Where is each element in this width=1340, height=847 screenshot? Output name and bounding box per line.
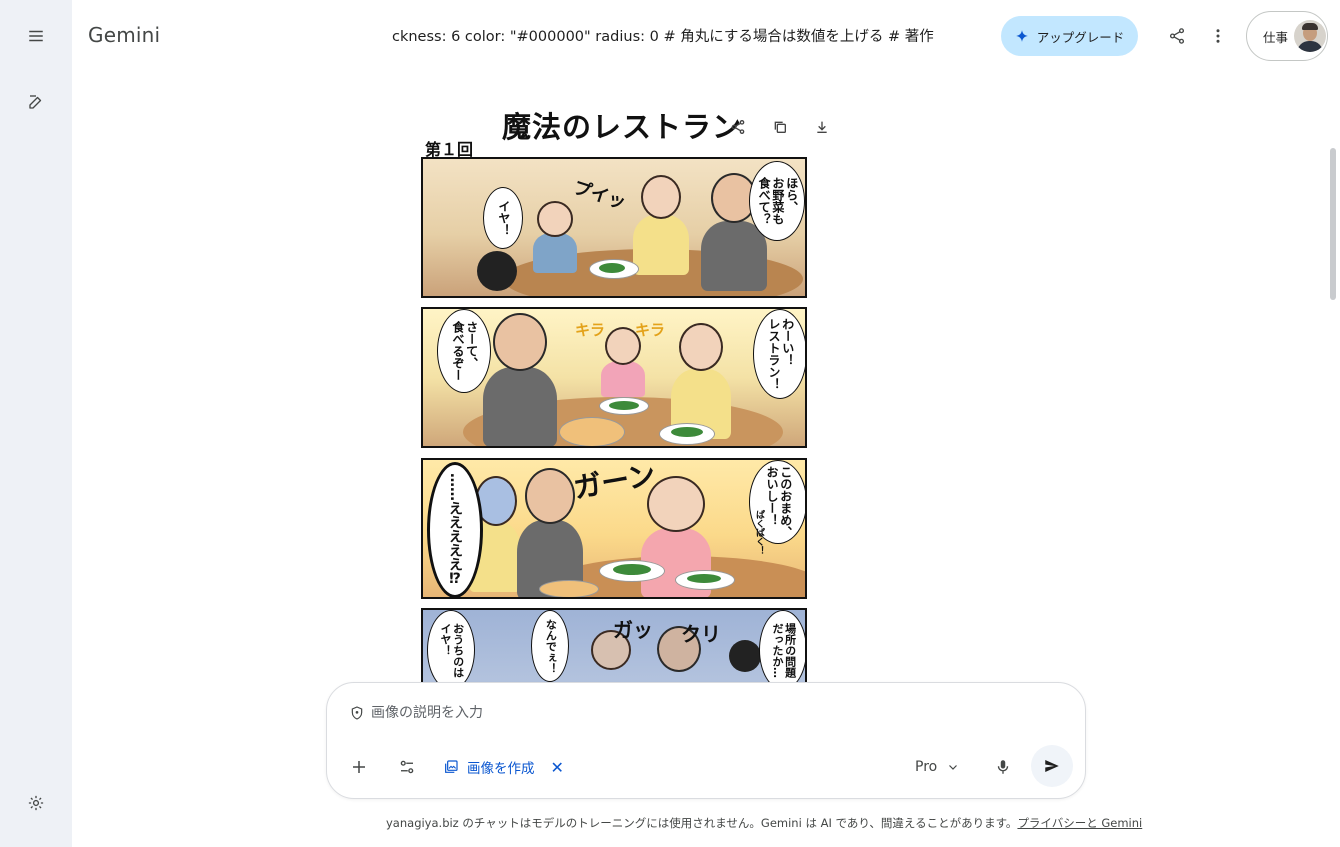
bubble-text: なんでぇ！ (544, 618, 558, 674)
bubble-text: おうちのは イヤ！ (439, 622, 465, 678)
avatar (1294, 20, 1327, 52)
image-share-button[interactable] (718, 114, 758, 140)
menu-button[interactable] (18, 18, 54, 54)
add-attachment-button[interactable] (341, 749, 377, 785)
bubble-text: さーて、 食べるぞー (451, 321, 479, 381)
scrollbar-thumb[interactable] (1330, 148, 1336, 300)
image-create-icon (445, 760, 458, 773)
microphone-button[interactable] (985, 749, 1021, 785)
create-image-label: 画像を作成 (467, 761, 535, 777)
send-button[interactable] (1031, 745, 1073, 787)
share-button[interactable] (1159, 18, 1195, 54)
sfx-text: キラ (575, 321, 606, 339)
prompt-box: 画像を作成 ✕ Pro (326, 682, 1086, 799)
generated-image[interactable]: 魔法のレストラン 第１回 ほら、 お野菜も 食べて？ イヤ！ プイッ さーて、 … (388, 100, 842, 682)
comic-title: 魔法のレストラン (502, 110, 743, 144)
image-download-button[interactable] (802, 114, 842, 140)
bubble-text: わーい！ レストラン！ (767, 318, 795, 390)
speech-bubble: イヤ！ (483, 187, 523, 249)
share-icon (731, 120, 745, 134)
speech-bubble: ほら、 お野菜も 食べて？ (749, 161, 805, 241)
tools-button[interactable] (389, 749, 425, 785)
bubble-text: ほら、 お野菜も 食べて？ (757, 177, 799, 225)
sfx-text: ガッ (613, 618, 653, 642)
upgrade-button[interactable]: アップグレード (1001, 16, 1138, 56)
left-rail (0, 0, 72, 847)
privacy-link[interactable]: プライバシーと Gemini (1017, 816, 1142, 830)
comic-panel-1: ほら、 お野菜も 食べて？ イヤ！ プイッ (421, 157, 807, 298)
speech-bubble: ……えええええ⁉ (427, 462, 483, 597)
sfx-text: キラ (635, 321, 666, 339)
upgrade-label: アップグレード (1036, 29, 1125, 45)
image-toolbar (718, 114, 842, 140)
microphone-icon (997, 760, 1009, 774)
sfx-text: クリ (681, 622, 721, 646)
brand-title: Gemini (88, 23, 161, 47)
share-icon (1169, 28, 1185, 44)
top-bar: Gemini ckness: 6 color: "#000000" radius… (72, 0, 1340, 72)
speech-bubble: さーて、 食べるぞー (437, 309, 491, 393)
bubble-text: このおまめ、 おいしー！ (765, 466, 793, 538)
sparkle-icon (1015, 30, 1028, 42)
bubble-text: 場所の問題 だったか… (771, 622, 797, 678)
model-label: Pro (915, 759, 938, 775)
speech-bubble: おうちのは イヤ！ (427, 610, 475, 682)
settings-button[interactable] (18, 785, 54, 821)
speech-bubble: わーい！ レストラン！ (753, 309, 805, 399)
speech-bubble: なんでぇ！ (531, 610, 569, 682)
shield-icon (351, 706, 363, 720)
chat-title[interactable]: ckness: 6 color: "#000000" radius: 0 # 角… (392, 25, 1002, 47)
more-options-button[interactable] (1200, 18, 1236, 54)
create-image-chip[interactable]: 画像を作成 ✕ (443, 755, 564, 779)
copy-icon (774, 121, 786, 133)
tune-icon (400, 760, 414, 774)
prompt-input-row (349, 705, 971, 721)
disclaimer-text: yanagiya.biz のチャットはモデルのトレーニングには使用されません。G… (386, 816, 1018, 830)
model-selector[interactable]: Pro (915, 755, 959, 779)
gemini-app: Gemini ckness: 6 color: "#000000" radius… (0, 0, 1340, 847)
sfx-text: ガーン (571, 458, 659, 505)
comic-panel-3: ……えええええ⁉ このおまめ、 おいしー！ ガーン ぱくぱく！ (421, 458, 807, 599)
bubble-text: イヤ！ (496, 200, 511, 236)
plus-icon (353, 761, 365, 773)
image-copy-button[interactable] (760, 114, 800, 140)
sfx-text: プイッ (570, 177, 629, 214)
disclaimer: yanagiya.biz のチャットはモデルのトレーニングには使用されません。G… (386, 815, 1142, 831)
download-icon (817, 121, 827, 133)
send-icon (1045, 760, 1059, 772)
settings-icon (28, 795, 44, 811)
account-button[interactable]: 仕事 (1246, 11, 1328, 61)
new-chat-button[interactable] (18, 84, 54, 120)
bubble-text: ……えええええ⁉ (447, 473, 464, 587)
menu-icon (29, 30, 43, 42)
close-icon[interactable]: ✕ (551, 758, 564, 777)
more-vert-icon (1216, 29, 1220, 43)
comic-panel-2: さーて、 食べるぞー わーい！ レストラン！ キラ キラ (421, 307, 807, 448)
speech-bubble: 場所の問題 だったか… (759, 610, 805, 682)
sfx-text: ぱくぱく！ (754, 510, 764, 555)
prompt-input[interactable] (371, 705, 971, 721)
chevron-down-icon (949, 765, 958, 770)
account-label: 仕事 (1263, 29, 1289, 45)
new-chat-icon (29, 95, 42, 109)
comic-panel-4: おうちのは イヤ！ なんでぇ！ 場所の問題 だったか… ガッ クリ (421, 608, 807, 682)
